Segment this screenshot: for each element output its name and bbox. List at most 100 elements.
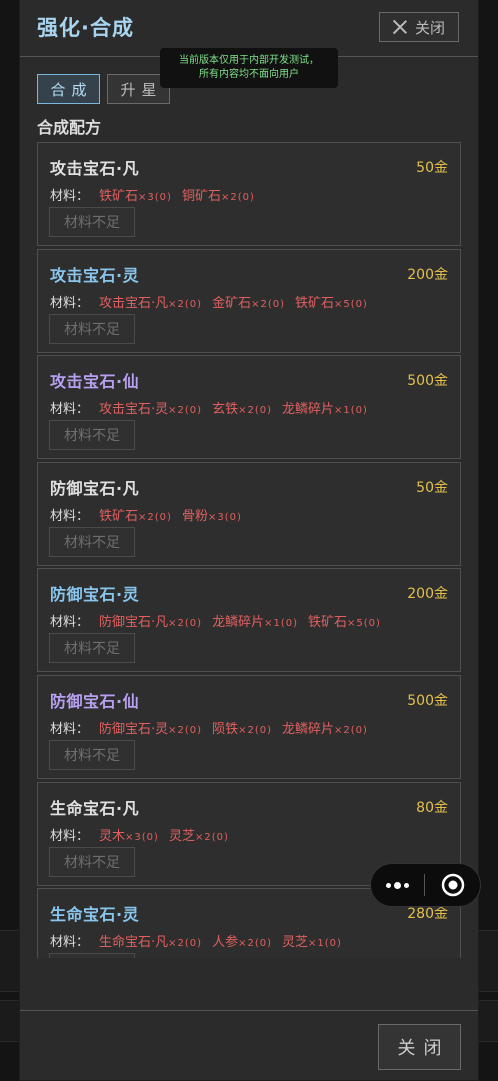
material-name: 人参 <box>212 935 239 951</box>
material-name: 铁矿石 <box>307 615 347 631</box>
recipe-card: 防御宝石·凡 50金 材料： 铁矿石×2(0) 骨粉×3(0) 材料不足 <box>37 461 461 566</box>
recipe-name: 生命宝石·凡 <box>50 798 140 818</box>
insufficient-materials-button[interactable]: 材料不足 <box>49 846 135 877</box>
materials-label: 材料： <box>50 615 90 631</box>
recipe-price: 500金 <box>407 373 448 390</box>
material-name: 灵芝 <box>281 935 308 951</box>
material-qty: ×2(0) <box>238 724 272 736</box>
material-item: 攻击宝石·灵×2(0) <box>99 402 202 417</box>
material-item: 金矿石×2(0) <box>212 296 285 311</box>
recipe-name: 攻击宝石·凡 <box>50 159 140 178</box>
material-item: 龙鳞碎片×2(0) <box>282 722 368 737</box>
material-name: 攻击宝石·灵 <box>99 402 169 418</box>
insufficient-materials-button[interactable]: 材料不足 <box>49 739 135 770</box>
more-dots-icon[interactable] <box>371 863 424 907</box>
material-name: 金矿石 <box>212 295 252 311</box>
material-name: 龙鳞碎片 <box>281 721 334 737</box>
insufficient-materials-button[interactable]: 材料不足 <box>49 207 135 237</box>
material-item: 生命宝石·凡×2(0) <box>99 935 202 950</box>
material-name: 防御宝石·凡 <box>99 615 169 631</box>
material-item: 铁矿石×5(0) <box>295 296 368 311</box>
insufficient-materials-button[interactable]: 材料不足 <box>49 420 135 451</box>
material-item: 龙鳞碎片×1(0) <box>212 615 298 630</box>
recipe-price: 200金 <box>407 586 448 603</box>
insufficient-materials-button[interactable]: 材料不足 <box>49 313 135 344</box>
recipe-card: 攻击宝石·灵 200金 材料： 攻击宝石·凡×2(0) 金矿石×2(0) 铁矿石×5(0)… <box>37 248 461 353</box>
insufficient-materials-button[interactable]: 材料不足 <box>49 953 135 958</box>
material-item: 防御宝石·灵×2(0) <box>99 722 202 737</box>
material-qty: ×2(0) <box>168 724 203 736</box>
material-item: 灵芝×2(0) <box>169 829 229 844</box>
recipe-materials: 材料： 生命宝石·凡×2(0) 人参×2(0) 灵芝×1(0) <box>50 931 342 950</box>
material-qty: ×5(0) <box>334 298 368 310</box>
close-button-bottom[interactable]: 关闭 <box>378 1024 461 1070</box>
recipe-materials: 材料： 铁矿石×2(0) 骨粉×3(0) <box>50 505 242 524</box>
material-item: 铁矿石×3(0) <box>99 189 172 204</box>
material-qty: ×1(0) <box>308 938 342 950</box>
material-name: 陨铁 <box>212 721 239 737</box>
material-item: 灵木×3(0) <box>99 829 159 844</box>
recipe-materials: 材料： 灵木×3(0) 灵芝×2(0) <box>50 825 229 844</box>
materials-label: 材料： <box>50 508 90 524</box>
mini-program-capsule <box>370 863 481 907</box>
material-name: 骨粉 <box>181 508 208 524</box>
material-qty: ×2(0) <box>168 298 203 310</box>
materials-label: 材料： <box>50 295 90 311</box>
material-qty: ×2(0) <box>168 618 203 630</box>
recipe-price: 500金 <box>407 692 448 709</box>
recipe-list[interactable]: 攻击宝石·凡 50金 材料： 铁矿石×3(0) 铜矿石×2(0) 材料不足 攻击宝石·灵 20… <box>37 142 461 958</box>
insufficient-materials-button[interactable]: 材料不足 <box>49 633 135 664</box>
material-name: 铜矿石 <box>181 189 221 204</box>
material-qty: ×3(0) <box>207 511 242 523</box>
material-name: 铁矿石 <box>294 295 334 311</box>
material-qty: ×2(0) <box>168 938 203 950</box>
section-title: 合成配方 <box>37 118 102 137</box>
material-item: 铁矿石×2(0) <box>99 509 172 524</box>
material-qty: ×2(0) <box>251 298 285 310</box>
toast-line-2: 所有内容均不面向用户 <box>199 69 299 80</box>
dialog-title: 强化·合成 <box>37 16 134 40</box>
materials-label: 材料： <box>50 402 90 418</box>
material-item: 铜矿石×2(0) <box>182 189 255 204</box>
close-icon <box>393 20 407 34</box>
material-item: 龙鳞碎片×1(0) <box>282 402 368 417</box>
material-qty: ×5(0) <box>347 618 381 630</box>
material-qty: ×3(0) <box>138 192 172 203</box>
dialog-footer: 关闭 <box>20 1010 478 1081</box>
material-qty: ×1(0) <box>264 618 298 630</box>
recipe-name: 防御宝石·仙 <box>50 691 140 711</box>
forge-dialog: 强化·合成 关闭 当前版本仅用于内部开发测试， 所有内容均不面向用户 合成 升星… <box>20 0 478 1080</box>
material-qty: ×2(0) <box>220 192 255 203</box>
recipe-card: 攻击宝石·凡 50金材料： 铁矿石×3(0) 铜矿石×2(0) 材料不足 <box>37 142 461 246</box>
material-name: 灵木 <box>99 828 126 844</box>
material-item: 攻击宝石·凡×2(0) <box>99 296 202 311</box>
target-circle-icon[interactable] <box>425 863 480 907</box>
material-item: 人参×2(0) <box>212 935 272 950</box>
material-qty: ×2(0) <box>194 831 229 843</box>
material-item: 玄铁×2(0) <box>212 402 272 417</box>
material-name: 龙鳞碎片 <box>212 615 265 631</box>
close-button-top[interactable]: 关闭 <box>379 12 459 42</box>
material-qty: ×2(0) <box>168 405 203 417</box>
materials-label: 材料： <box>50 828 90 844</box>
materials-label: 材料： <box>50 935 90 951</box>
material-name: 灵芝 <box>168 828 195 844</box>
materials-label: 材料： <box>50 189 90 204</box>
recipe-name: 攻击宝石·仙 <box>50 372 140 392</box>
material-qty: ×2(0) <box>238 938 272 950</box>
recipe-price: 50金 <box>416 479 448 496</box>
material-item: 陨铁×2(0) <box>212 722 272 737</box>
recipe-name: 防御宝石·灵 <box>50 585 140 605</box>
material-qty: ×2(0) <box>334 724 368 736</box>
materials-label: 材料： <box>50 721 90 737</box>
tab-synthesize[interactable]: 合成 <box>37 74 100 104</box>
recipe-materials: 材料： 铁矿石×3(0) 铜矿石×2(0) <box>50 185 255 204</box>
material-name: 龙鳞碎片 <box>281 402 334 418</box>
toast-line-1: 当前版本仅用于内部开发测试， <box>179 55 319 66</box>
material-item: 铁矿石×5(0) <box>308 615 381 630</box>
insufficient-materials-button[interactable]: 材料不足 <box>49 526 135 557</box>
material-qty: ×2(0) <box>138 511 172 523</box>
recipe-materials: 材料： 防御宝石·凡×2(0) 龙鳞碎片×1(0) 铁矿石×5(0) <box>50 611 381 630</box>
recipe-price: 50金 <box>416 160 448 176</box>
recipe-materials: 材料： 攻击宝石·灵×2(0) 玄铁×2(0) 龙鳞碎片×1(0) <box>50 398 368 417</box>
